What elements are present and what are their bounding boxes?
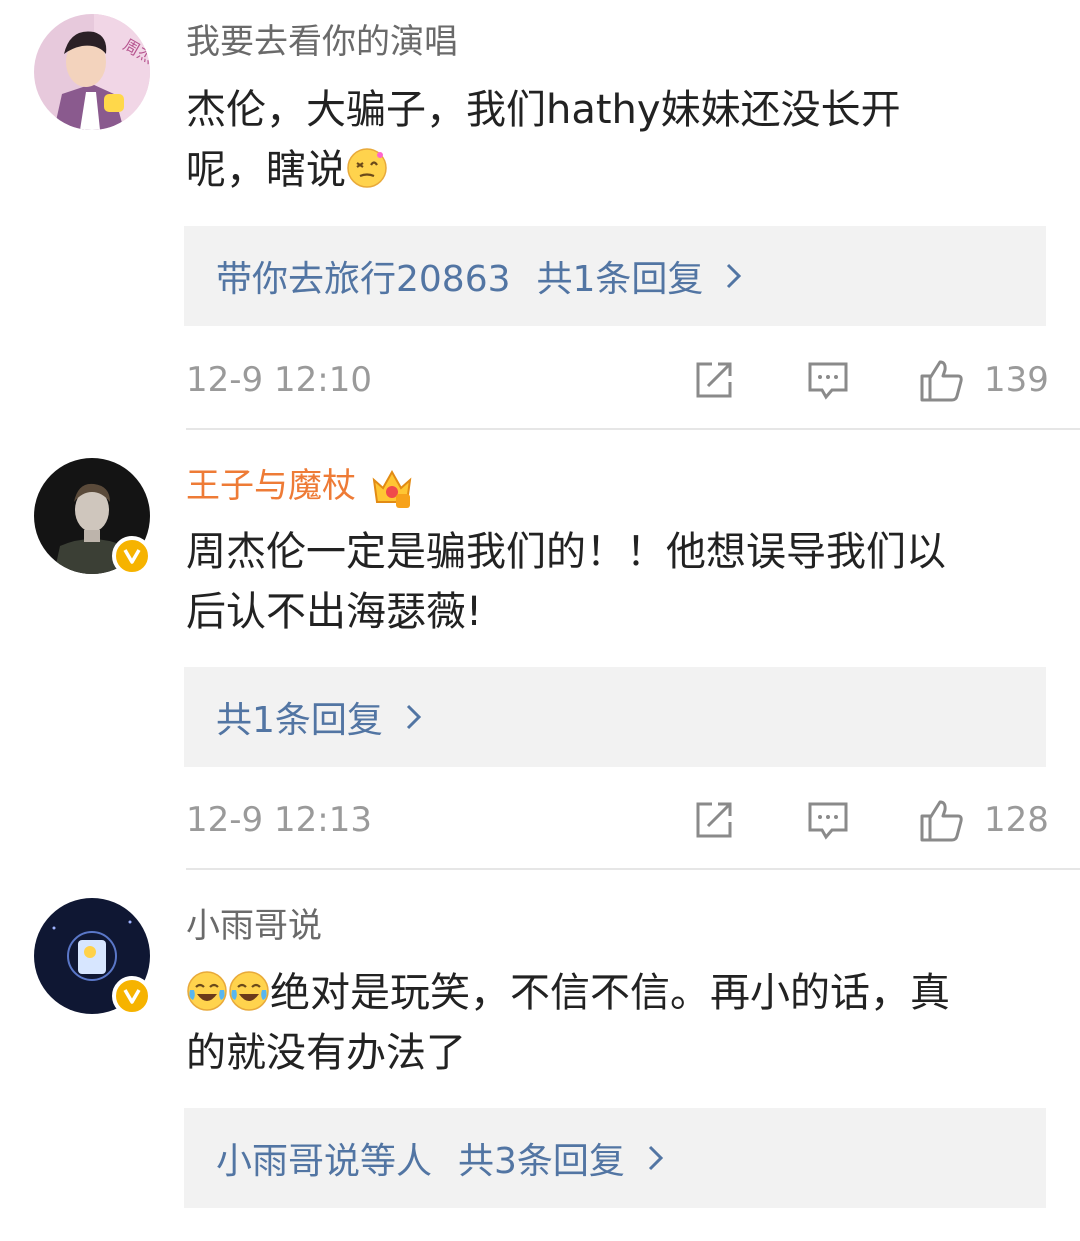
- divider: [186, 428, 1080, 430]
- reply-count-link[interactable]: 共1条回复: [216, 691, 383, 743]
- reply-count-link[interactable]: 共3条回复: [458, 1132, 625, 1184]
- reply-count-link[interactable]: 共1条回复: [537, 250, 704, 302]
- reply-summary[interactable]: 共1条回复: [184, 667, 1046, 767]
- repost-icon[interactable]: [692, 358, 736, 402]
- comment-meta: 12-9 12:13 128: [186, 798, 1049, 842]
- verified-v-icon: [112, 976, 152, 1016]
- dizzy-face-emoji-icon: [347, 148, 387, 188]
- thumbs-up-icon[interactable]: [918, 798, 964, 842]
- avatar[interactable]: [34, 898, 152, 1016]
- chevron-right-icon: [406, 704, 422, 730]
- comment-text-line: 后认不出海瑟薇!: [186, 589, 483, 635]
- avatar[interactable]: [34, 458, 152, 576]
- reply-preview-user[interactable]: 带你去旅行20863: [216, 250, 511, 302]
- divider: [186, 868, 1080, 870]
- comment-username[interactable]: 小雨哥说: [186, 904, 322, 948]
- comment-text-line: 杰伦，大骗子，我们hathy妹妹还没长开: [186, 87, 901, 133]
- comment-icon[interactable]: [806, 798, 850, 842]
- like-count: 128: [984, 800, 1049, 840]
- repost-icon[interactable]: [692, 798, 736, 842]
- comment-meta: 12-9 12:10 139: [186, 358, 1049, 402]
- reply-summary[interactable]: 带你去旅行20863 共1条回复: [184, 226, 1046, 326]
- chevron-right-icon: [727, 263, 742, 289]
- comment-text: 杰伦，大骗子，我们hathy妹妹还没长开 呢，瞎说: [186, 80, 1056, 200]
- comment-username[interactable]: 王子与魔杖: [186, 464, 414, 510]
- comment-username-text: 王子与魔杖: [186, 466, 356, 506]
- like-count: 139: [984, 360, 1049, 400]
- tears-of-joy-emoji-icon: [187, 971, 227, 1011]
- thumbs-up-icon[interactable]: [918, 358, 964, 402]
- comment-text-line: 呢，瞎说: [186, 147, 346, 193]
- comment-username[interactable]: 我要去看你的演唱: [186, 20, 458, 64]
- crown-icon: [372, 469, 412, 508]
- comment-text-line-wrap: 绝对是玩笑，不信不信。再小的话，真: [186, 963, 1056, 1023]
- comment-text: 周杰伦一定是骗我们的！！他想误导我们以 后认不出海瑟薇!: [186, 522, 1056, 642]
- avatar[interactable]: 周杰伦好屌: [34, 14, 150, 130]
- comment-text-line-wrap: 呢，瞎说: [186, 140, 1056, 200]
- comment-time: 12-9 12:13: [186, 800, 372, 840]
- verified-v-icon: [112, 536, 152, 576]
- comment-text-line: 的就没有办法了: [186, 1030, 466, 1076]
- reply-preview-user[interactable]: 小雨哥说等人: [216, 1132, 432, 1184]
- reply-summary[interactable]: 小雨哥说等人 共3条回复: [184, 1108, 1046, 1208]
- comment-text: 绝对是玩笑，不信不信。再小的话，真 的就没有办法了: [186, 963, 1056, 1083]
- tears-of-joy-emoji-icon: [229, 971, 269, 1011]
- comment-text-line: 绝对是玩笑，不信不信。再小的话，真: [270, 970, 950, 1016]
- comment-time: 12-9 12:10: [186, 360, 372, 400]
- comment-icon[interactable]: [806, 358, 850, 402]
- comment-text-line: 周杰伦一定是骗我们的！！他想误导我们以: [186, 529, 946, 575]
- chevron-right-icon: [648, 1145, 664, 1171]
